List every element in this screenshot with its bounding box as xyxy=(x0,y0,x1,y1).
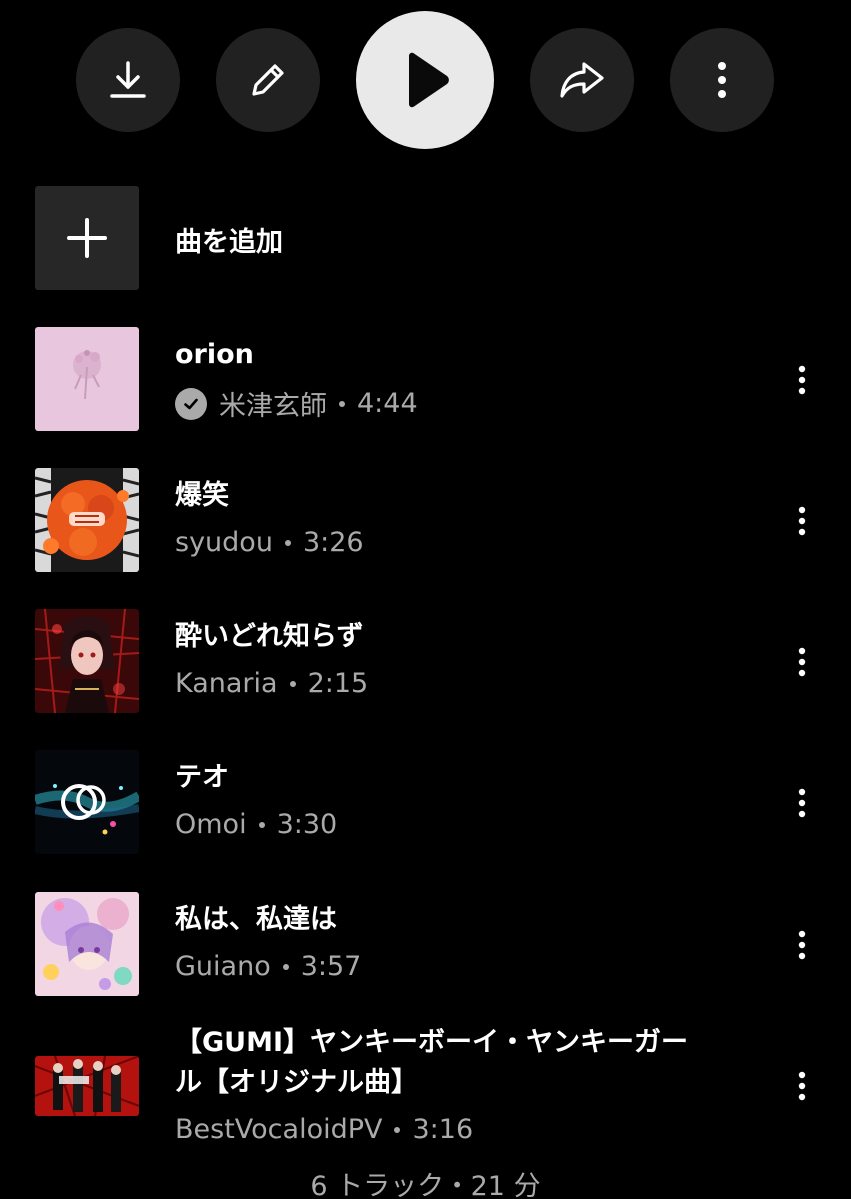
more-vertical-icon xyxy=(798,647,806,677)
track-menu-button[interactable] xyxy=(787,501,817,541)
separator-dot xyxy=(282,963,289,970)
track-title: テオ xyxy=(175,762,229,793)
pencil-icon xyxy=(252,64,284,96)
verified-badge-icon xyxy=(175,387,207,420)
track-title-line-1: 【GUMI】ヤンキーボーイ・ヤンキーガー xyxy=(175,1027,688,1058)
download-button[interactable] xyxy=(76,28,180,132)
track-artist: Omoi xyxy=(175,809,247,840)
track-row[interactable]: 私は、私達は Guiano 3:57 xyxy=(35,892,815,1002)
more-vertical-icon xyxy=(798,930,806,960)
more-vertical-icon xyxy=(798,506,806,536)
track-row[interactable]: 爆笑 syudou 3:26 xyxy=(35,468,815,578)
download-icon xyxy=(110,61,146,98)
more-vertical-icon xyxy=(718,62,726,98)
album-art xyxy=(35,327,139,431)
edit-button[interactable] xyxy=(216,28,320,132)
track-title: 爆笑 xyxy=(175,480,229,511)
track-title: 私は、私達は xyxy=(175,904,337,935)
more-options-button[interactable] xyxy=(670,28,774,132)
share-icon xyxy=(560,62,604,98)
separator-dot xyxy=(339,400,345,407)
plus-icon xyxy=(67,218,107,258)
album-art xyxy=(35,892,139,996)
track-subtitle: BestVocaloidPV 3:16 xyxy=(175,1114,473,1145)
track-subtitle: Guiano 3:57 xyxy=(175,951,361,982)
track-subtitle: 米津玄師 4:44 xyxy=(175,384,418,423)
play-icon xyxy=(409,52,449,108)
share-button[interactable] xyxy=(530,28,634,132)
add-song-label: 曲を追加 xyxy=(175,227,283,258)
track-artist: syudou xyxy=(175,527,273,558)
playlist-page: 曲を追加 orion 米津玄師 4:44 爆笑 syudou 3:26 酔いどれ… xyxy=(0,0,851,1199)
separator-dot xyxy=(289,680,296,687)
track-row[interactable]: テオ Omoi 3:30 xyxy=(35,750,815,860)
album-art xyxy=(35,609,139,713)
track-title: 酔いどれ知らず xyxy=(175,621,364,652)
track-duration: 3:16 xyxy=(412,1114,474,1145)
track-artist: BestVocaloidPV xyxy=(175,1114,383,1145)
track-artist: Guiano xyxy=(175,951,271,982)
track-menu-button[interactable] xyxy=(787,360,817,400)
track-duration: 3:26 xyxy=(302,527,364,558)
track-title-line-2: ル【オリジナル曲】 xyxy=(175,1067,418,1098)
track-menu-button[interactable] xyxy=(787,642,817,682)
track-duration: 3:30 xyxy=(276,809,338,840)
track-title: orion xyxy=(175,339,254,370)
more-vertical-icon xyxy=(798,1071,806,1101)
play-button[interactable] xyxy=(356,11,494,149)
track-row[interactable]: orion 米津玄師 4:44 xyxy=(35,327,815,437)
track-duration: 3:57 xyxy=(300,951,362,982)
track-row[interactable]: 酔いどれ知らず Kanaria 2:15 xyxy=(35,609,815,719)
separator-dot xyxy=(258,821,265,828)
track-subtitle: Kanaria 2:15 xyxy=(175,668,368,699)
separator-dot xyxy=(284,539,291,546)
album-art xyxy=(35,1056,139,1116)
add-song-row[interactable]: 曲を追加 xyxy=(35,186,815,290)
more-vertical-icon xyxy=(798,365,806,395)
separator-dot xyxy=(394,1126,401,1133)
add-song-tile[interactable] xyxy=(35,186,139,290)
track-menu-button[interactable] xyxy=(787,783,817,823)
track-subtitle: syudou 3:26 xyxy=(175,527,364,558)
track-menu-button[interactable] xyxy=(787,1066,817,1106)
more-vertical-icon xyxy=(798,788,806,818)
track-subtitle: Omoi 3:30 xyxy=(175,809,337,840)
track-menu-button[interactable] xyxy=(787,925,817,965)
track-duration: 4:44 xyxy=(357,388,418,419)
track-row[interactable]: 【GUMI】ヤンキーボーイ・ヤンキーガー ル【オリジナル曲】 BestVocal… xyxy=(35,1020,815,1160)
playlist-summary: 6 トラック・21 分 xyxy=(310,1171,541,1199)
track-artist: 米津玄師 xyxy=(219,391,327,422)
track-duration: 2:15 xyxy=(307,668,369,699)
album-art xyxy=(35,468,139,572)
track-artist: Kanaria xyxy=(175,668,278,699)
album-art xyxy=(35,750,139,854)
